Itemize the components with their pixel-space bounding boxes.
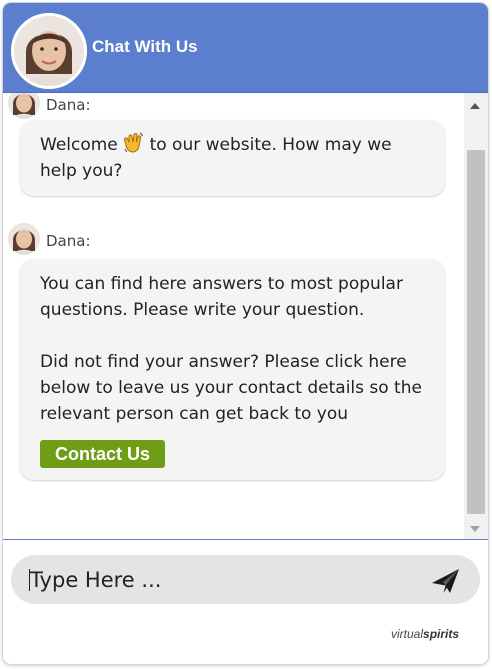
contact-us-button[interactable]: Contact Us xyxy=(40,440,166,468)
chat-widget: Chat With Us Dana: Welcome to our websit… xyxy=(3,3,488,664)
brand-suffix: spirits xyxy=(423,627,460,641)
agent-avatar xyxy=(11,13,87,89)
message-list: Dana: Welcome to our website. How may we… xyxy=(3,93,462,539)
brand-logo: virtualspirits xyxy=(391,627,459,641)
scroll-thumb[interactable] xyxy=(467,150,485,514)
message-composer xyxy=(11,555,480,604)
scroll-up-icon[interactable] xyxy=(470,103,480,109)
chat-title: Chat With Us xyxy=(92,37,198,56)
agent-avatar-icon xyxy=(14,16,84,86)
message-text-part: Welcome xyxy=(40,135,124,155)
brand-prefix: virtual xyxy=(391,627,424,641)
sender-name: Dana: xyxy=(46,96,91,114)
agent-mini-avatar-icon xyxy=(8,93,40,119)
agent-mini-avatar xyxy=(8,93,40,119)
message-scrollbar[interactable] xyxy=(464,93,488,539)
message-bubble: Welcome to our website. How may we help … xyxy=(20,120,445,196)
message-text: Welcome to our website. How may we help … xyxy=(40,132,425,184)
composer-divider xyxy=(3,539,488,540)
chat-header: Chat With Us xyxy=(3,3,488,93)
send-button[interactable] xyxy=(431,567,461,595)
scroll-down-icon[interactable] xyxy=(470,526,480,532)
message-text: You can find here answers to most popula… xyxy=(40,274,403,320)
paper-plane-icon xyxy=(432,569,459,593)
agent-mini-avatar-icon xyxy=(8,223,40,255)
sender-name: Dana: xyxy=(46,232,91,250)
message-text: Did not find your answer? Please click h… xyxy=(40,352,422,424)
agent-mini-avatar xyxy=(8,223,40,255)
waving-hand-icon xyxy=(123,132,144,154)
message-input[interactable] xyxy=(30,555,410,604)
message-bubble: You can find here answers to most popula… xyxy=(20,259,445,480)
